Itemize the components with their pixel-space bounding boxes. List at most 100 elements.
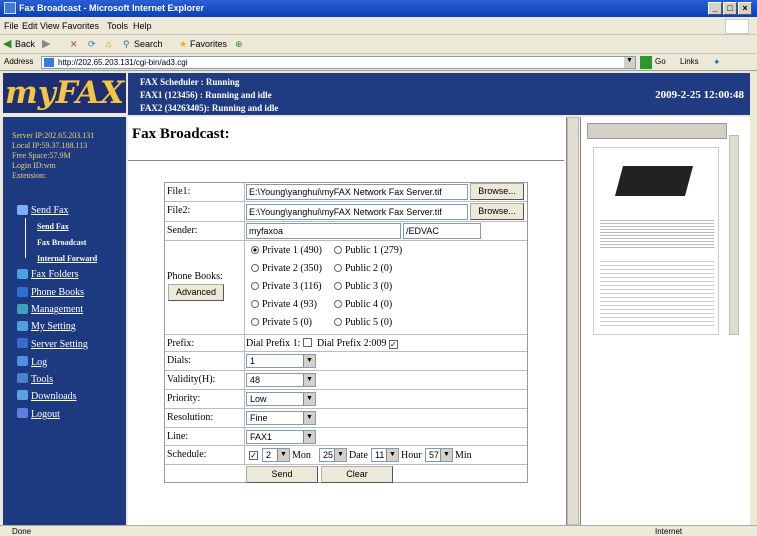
fax1-status: FAX1 (123456) : Running and idle (140, 90, 272, 100)
back-arrow-icon[interactable]: ◀ (3, 37, 11, 50)
nav-sub-internal-forward[interactable]: Internal Forward (37, 254, 97, 263)
favorites-star-icon[interactable]: ★ (179, 39, 187, 50)
prefix1-checkbox[interactable] (302, 338, 312, 347)
menu-view[interactable]: View (40, 21, 59, 31)
menu-help[interactable]: Help (133, 21, 152, 31)
validity-select[interactable]: 48 ▼ (246, 373, 316, 387)
nav-sub-send-fax[interactable]: Send Fax (37, 222, 69, 231)
public-5-radio[interactable]: Public 5 (0) (334, 317, 392, 328)
private-3-radio[interactable]: Private 3 (116) (251, 281, 322, 292)
close-button[interactable]: × (738, 2, 752, 15)
public-2-radio[interactable]: Public 2 (0) (334, 263, 392, 274)
file1-label: File1: (165, 183, 245, 201)
line-select[interactable]: FAX1 ▼ (246, 430, 316, 444)
forward-arrow-icon[interactable]: ▶ (42, 37, 50, 50)
main-scrollbar[interactable] (567, 117, 579, 525)
nav-fax-folders[interactable]: Fax Folders (31, 269, 79, 280)
dials-row: Dials: 1 ▼ (165, 352, 527, 371)
line-label: Line: (165, 428, 245, 445)
clear-button[interactable]: Clear (321, 466, 393, 483)
media-icon[interactable]: ⊕ (235, 39, 243, 50)
nav-sub-fax-broadcast[interactable]: Fax Broadcast (37, 238, 86, 247)
prefix2-checkbox[interactable]: ✓ (388, 340, 398, 349)
nav-phone-books[interactable]: Phone Books (31, 287, 84, 298)
prefix-values: Dial Prefix 1: Dial Prefix 2:009 ✓ (246, 338, 398, 349)
chevron-down-icon: ▼ (386, 449, 398, 461)
divider (128, 160, 564, 161)
back-button[interactable]: Back (15, 39, 35, 49)
search-icon[interactable]: ⚲ (123, 39, 130, 50)
nav-management[interactable]: Management (31, 304, 83, 315)
dials-select[interactable]: 1 ▼ (246, 354, 316, 368)
chevron-down-icon: ▼ (303, 355, 315, 367)
file1-browse-button[interactable]: Browse... (470, 183, 524, 200)
private-1-radio[interactable]: Private 1 (490) (251, 245, 322, 256)
sender-name-input[interactable]: myfaxoa (246, 223, 401, 239)
nav-server-setting[interactable]: Server Setting (31, 339, 88, 350)
log-icon (17, 356, 28, 366)
send-button[interactable]: Send (246, 466, 318, 483)
stop-icon[interactable]: ✕ (70, 39, 78, 50)
file2-browse-button[interactable]: Browse... (470, 203, 524, 220)
advanced-button[interactable]: Advanced (168, 284, 224, 301)
preview-scrollbar[interactable] (729, 135, 739, 335)
login-id: Login ID:wm (12, 161, 56, 170)
schedule-min-select[interactable]: 57 ▼ (425, 448, 453, 462)
menu-file[interactable]: File (4, 21, 19, 31)
prefix-label: Prefix: (165, 335, 245, 351)
resolution-row: Resolution: Fine ▼ (165, 409, 527, 428)
go-arrow-icon[interactable] (640, 56, 652, 69)
go-button[interactable]: Go (655, 57, 666, 66)
address-dropdown-icon[interactable]: ▼ (624, 57, 635, 68)
favorites-button[interactable]: Favorites (190, 39, 227, 49)
chevron-down-icon: ▼ (303, 374, 315, 386)
tree-line (25, 218, 26, 258)
schedule-month-select[interactable]: 2 ▼ (262, 448, 290, 462)
menu-edit[interactable]: Edit (22, 21, 38, 31)
schedule-hour-select[interactable]: 11 ▼ (371, 448, 399, 462)
schedule-date-select[interactable]: 25 ▼ (319, 448, 347, 462)
preview-toolbar[interactable] (587, 123, 727, 139)
address-input[interactable]: http://202.65.203.131/cgi-bin/ad3.cgi (41, 56, 636, 69)
phonebooks-label: Phone Books: (167, 271, 223, 282)
fax-device-image (614, 166, 694, 196)
nav-log[interactable]: Log (31, 357, 47, 368)
private-5-radio[interactable]: Private 5 (0) (251, 317, 312, 328)
nav-my-setting[interactable]: My Setting (31, 321, 76, 332)
priority-select[interactable]: Low ▼ (246, 392, 316, 406)
public-4-radio[interactable]: Public 4 (0) (334, 299, 392, 310)
private-2-radio[interactable]: Private 2 (350) (251, 263, 322, 274)
links-button[interactable]: Links (680, 57, 699, 66)
status-done: Done (12, 527, 32, 536)
file2-row: File2: E:\Young\yanghui\myFAX Network Fa… (165, 202, 527, 222)
private-4-radio[interactable]: Private 4 (93) (251, 299, 317, 310)
nav-logout[interactable]: Logout (31, 409, 60, 420)
broadcast-form: File1: E:\Young\yanghui\myFAX Network Fa… (164, 182, 528, 483)
menu-tools[interactable]: Tools (107, 21, 128, 31)
public-3-radio[interactable]: Public 3 (0) (334, 281, 392, 292)
nav-tools[interactable]: Tools (31, 374, 53, 385)
home-icon[interactable]: ⌂ (106, 39, 111, 49)
file2-input[interactable]: E:\Young\yanghui\myFAX Network Fax Serve… (246, 204, 468, 220)
refresh-icon[interactable]: ⟳ (88, 39, 96, 50)
public-1-radio[interactable]: Public 1 (279) (334, 245, 402, 256)
fax-preview-pane (580, 117, 750, 525)
browser-window: Fax Broadcast - Microsoft Internet Explo… (0, 0, 757, 536)
extension: Extension: (12, 171, 47, 180)
status-zone: Internet (655, 527, 683, 536)
resolution-select[interactable]: Fine ▼ (246, 411, 316, 425)
file1-input[interactable]: E:\Young\yanghui\myFAX Network Fax Serve… (246, 184, 468, 200)
send-fax-icon (17, 205, 28, 215)
extra-toolbar-icon[interactable]: ✦ (713, 57, 721, 68)
sender-row: Sender: myfaxoa /EDVAC (165, 222, 527, 241)
resolution-label: Resolution: (165, 409, 245, 427)
schedule-checkbox[interactable]: ✓ (249, 451, 258, 460)
minimize-button[interactable]: _ (708, 2, 722, 15)
nav-downloads[interactable]: Downloads (31, 391, 77, 402)
menu-favorites[interactable]: Favorites (62, 21, 99, 31)
nav-send-fax[interactable]: Send Fax (31, 205, 69, 216)
sender-company-input[interactable]: /EDVAC (403, 223, 481, 239)
downloads-icon (17, 390, 28, 400)
search-button[interactable]: Search (134, 39, 163, 49)
maximize-button[interactable]: □ (723, 2, 737, 15)
